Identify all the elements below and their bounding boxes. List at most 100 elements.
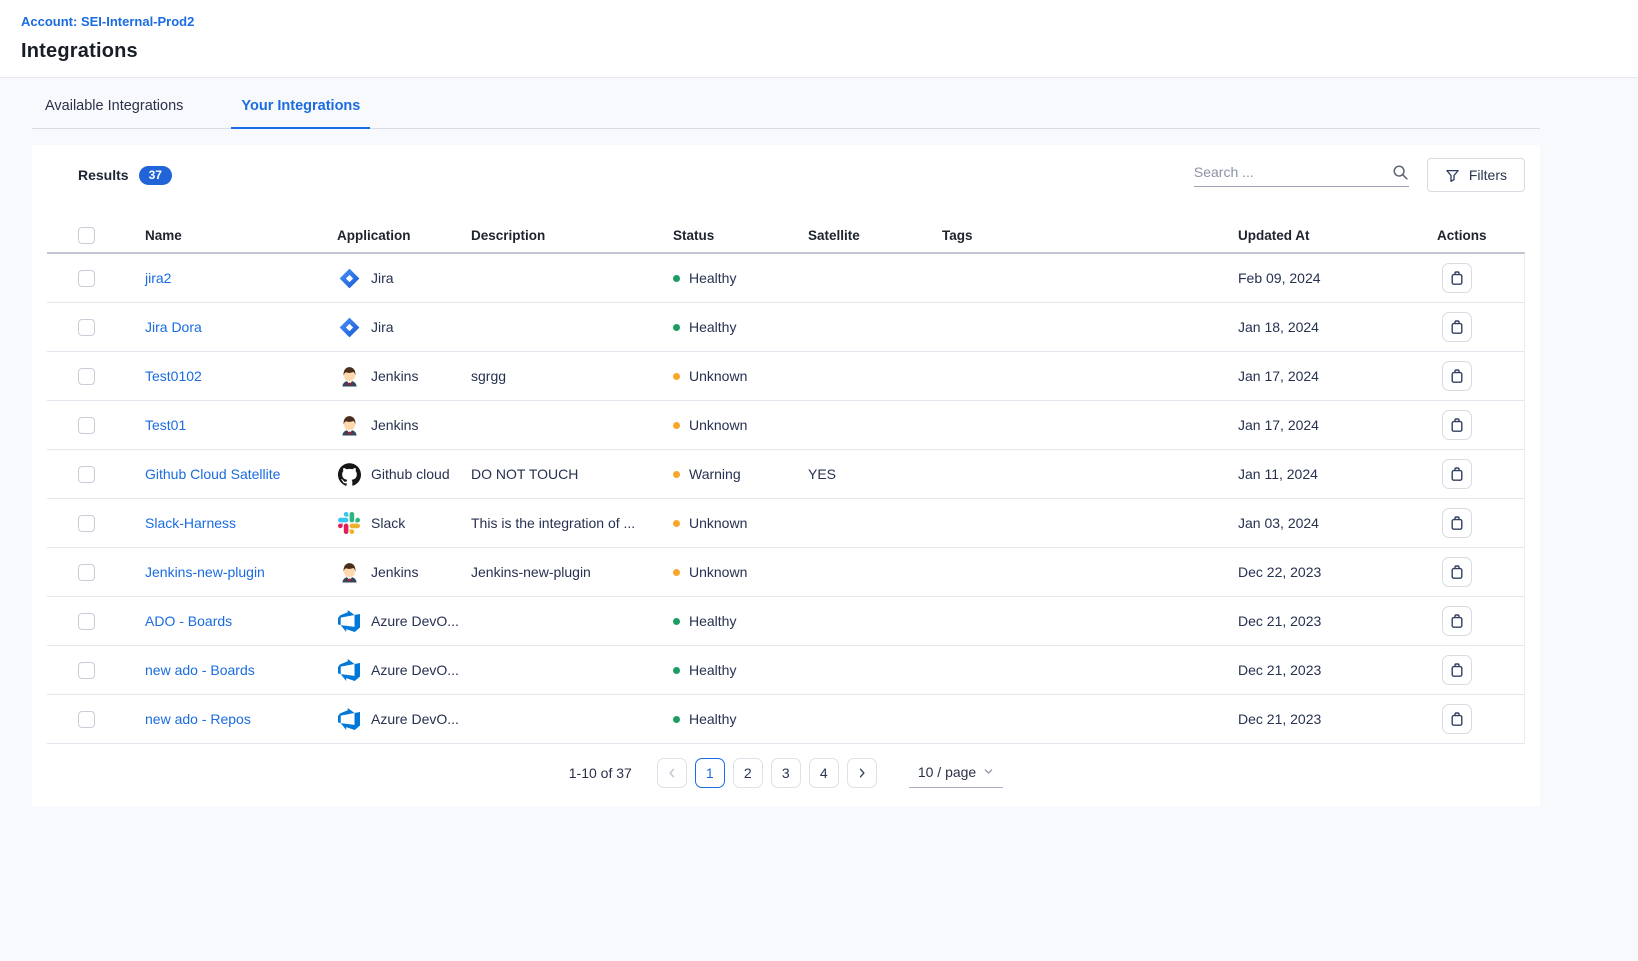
updated-at-cell: Dec 21, 2023 [1238,613,1437,629]
integration-name-link[interactable]: Jenkins-new-plugin [145,564,265,580]
table-row: jira2 Jira Healthy Feb 09, 2024 [47,254,1524,303]
pagination-page-3[interactable]: 3 [771,758,801,788]
column-header-satellite: Satellite [808,228,942,243]
updated-at-cell: Jan 17, 2024 [1238,368,1437,384]
column-header-name: Name [145,228,337,243]
row-checkbox[interactable] [78,564,95,581]
delete-button[interactable] [1442,704,1472,734]
column-header-description: Description [471,228,673,243]
app-label: Jenkins [371,417,418,433]
pagination-range: 1-10 of 37 [569,765,632,781]
updated-at-cell: Jan 17, 2024 [1238,417,1437,433]
delete-button[interactable] [1442,606,1472,636]
status-dot [673,520,680,527]
description-cell: DO NOT TOUCH [471,466,673,482]
integration-name-link[interactable]: new ado - Repos [145,711,251,727]
table-row: Slack-Harness Slack This is the integrat… [47,499,1524,548]
table-row: Jenkins-new-plugin Jenkins Jenkins-new-p… [47,548,1524,597]
row-checkbox[interactable] [78,319,95,336]
trash-icon [1449,319,1465,335]
updated-at-cell: Dec 22, 2023 [1238,564,1437,580]
delete-button[interactable] [1442,410,1472,440]
jenkins-icon [337,364,361,388]
status-dot [673,569,680,576]
status-label: Healthy [689,662,736,678]
trash-icon [1449,613,1465,629]
table-row: Jira Dora Jira Healthy Jan 18, 2024 [47,303,1524,352]
app-label: Azure DevO... [371,613,459,629]
delete-button[interactable] [1442,459,1472,489]
updated-at-cell: Feb 09, 2024 [1238,270,1437,286]
slack-icon [337,511,361,535]
integration-name-link[interactable]: ADO - Boards [145,613,232,629]
jenkins-icon [337,413,361,437]
chevron-right-icon [856,767,868,779]
table-row: new ado - Repos Azure DevO... Healthy De… [47,695,1524,744]
filters-button[interactable]: Filters [1427,158,1525,192]
page-header: Account: SEI-Internal-Prod2 Integrations [0,0,1638,78]
tab-available-integrations[interactable]: Available Integrations [35,98,193,128]
account-link[interactable]: Account: SEI-Internal-Prod2 [21,14,194,29]
column-header-status: Status [673,228,808,243]
delete-button[interactable] [1442,312,1472,342]
tab-your-integrations[interactable]: Your Integrations [231,98,370,128]
results-count-badge: 37 [139,166,172,185]
integration-name-link[interactable]: Github Cloud Satellite [145,466,280,482]
pagination-prev-button[interactable] [657,758,687,788]
row-checkbox[interactable] [78,711,95,728]
description-cell: Jenkins-new-plugin [471,564,673,580]
integrations-card: Results 37 Filters [32,145,1540,806]
row-checkbox[interactable] [78,270,95,287]
pagination-page-2[interactable]: 2 [733,758,763,788]
status-dot [673,618,680,625]
integration-name-link[interactable]: jira2 [145,270,171,286]
row-checkbox[interactable] [78,613,95,630]
azure-devops-icon [337,609,361,633]
integration-name-link[interactable]: Jira Dora [145,319,202,335]
delete-button[interactable] [1442,508,1472,538]
table-body: jira2 Jira Healthy Feb 09, 2024 Jira Dor… [47,254,1525,744]
row-checkbox[interactable] [78,417,95,434]
status-dot [673,373,680,380]
trash-icon [1449,711,1465,727]
column-header-tags: Tags [942,228,1238,243]
status-dot [673,275,680,282]
delete-button[interactable] [1442,361,1472,391]
delete-button[interactable] [1442,263,1472,293]
row-checkbox[interactable] [78,466,95,483]
description-cell: sgrgg [471,368,673,384]
page-size-select[interactable]: 10 / page [909,759,1003,788]
trash-icon [1449,368,1465,384]
updated-at-cell: Dec 21, 2023 [1238,662,1437,678]
select-all-checkbox[interactable] [78,227,95,244]
integration-name-link[interactable]: new ado - Boards [145,662,255,678]
app-label: Jenkins [371,368,418,384]
column-header-actions: Actions [1437,228,1525,243]
table-row: Github Cloud Satellite Github cloud DO N… [47,450,1524,499]
app-label: Slack [371,515,405,531]
jira-icon [337,315,361,339]
results-label: Results [78,167,129,183]
status-label: Healthy [689,711,736,727]
pagination-page-4[interactable]: 4 [809,758,839,788]
app-label: Azure DevO... [371,711,459,727]
updated-at-cell: Jan 11, 2024 [1238,466,1437,482]
jenkins-icon [337,560,361,584]
delete-button[interactable] [1442,655,1472,685]
search-input[interactable] [1194,164,1392,180]
row-checkbox[interactable] [78,515,95,532]
pagination-page-1[interactable]: 1 [695,758,725,788]
integration-name-link[interactable]: Test0102 [145,368,202,384]
row-checkbox[interactable] [78,368,95,385]
table-row: ADO - Boards Azure DevO... Healthy Dec 2… [47,597,1524,646]
toolbar: Results 37 Filters [47,158,1525,192]
status-label: Healthy [689,270,736,286]
trash-icon [1449,515,1465,531]
app-label: Azure DevO... [371,662,459,678]
app-label: Jenkins [371,564,418,580]
integration-name-link[interactable]: Test01 [145,417,186,433]
row-checkbox[interactable] [78,662,95,679]
delete-button[interactable] [1442,557,1472,587]
integration-name-link[interactable]: Slack-Harness [145,515,236,531]
pagination-next-button[interactable] [847,758,877,788]
